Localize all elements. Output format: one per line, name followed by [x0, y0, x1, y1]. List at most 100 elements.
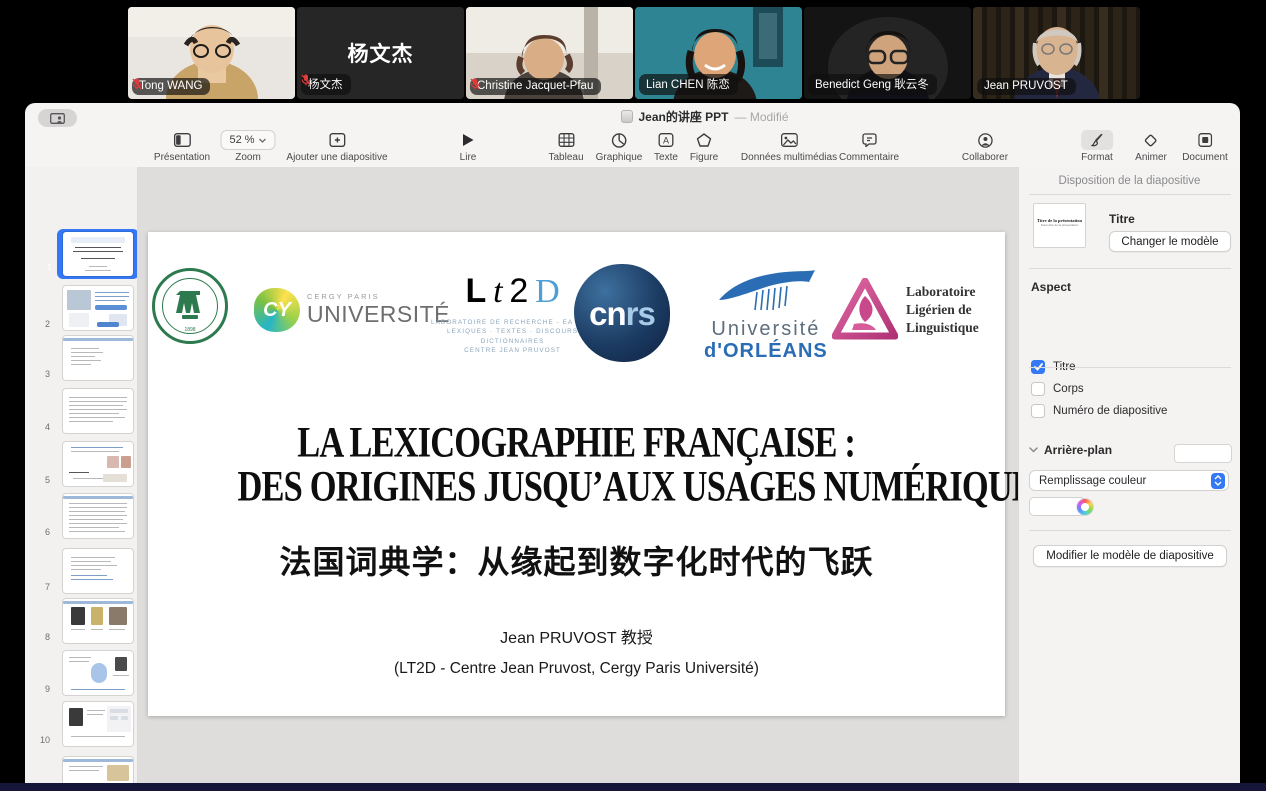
modified-label: — Modifié — [735, 110, 789, 124]
change-model-button[interactable]: Changer le modèle — [1109, 231, 1231, 252]
toolbar-label: Format — [1081, 152, 1113, 163]
screen-share-pill-button[interactable] — [38, 109, 77, 127]
toolbar-item-table[interactable]: Tableau — [548, 130, 583, 163]
checkbox-row-corps[interactable]: Corps — [1031, 382, 1084, 396]
toolbar-label: Figure — [690, 152, 719, 163]
format-panel: Disposition de la diapositive Titre de l… — [1018, 167, 1240, 783]
text-icon: A — [652, 130, 681, 150]
screen: Tong WANG杨文杰 杨文杰 Christine Jacquet-Pfau … — [0, 0, 1266, 791]
toolbar-label: Zoom — [220, 152, 275, 163]
toolbar-item-format-brush[interactable]: Format — [1081, 130, 1113, 163]
slide-subtitle-chinese[interactable]: 法国词典学：从缘起到数字化时代的飞跃 — [148, 537, 1005, 583]
slide-number: 1 — [47, 262, 52, 272]
toolbar-item-text[interactable]: ATexte — [652, 130, 681, 163]
layout-name-label: Titre — [1109, 212, 1135, 226]
toolbar-item-add-slide[interactable]: Ajouter une diapositive — [286, 130, 387, 163]
toolbar-label: Graphique — [596, 152, 643, 163]
slide-thumbnail[interactable] — [63, 494, 133, 538]
slide-thumbnail-row-7: 7 — [25, 549, 138, 593]
toolbar-item-sidebar[interactable]: Présentation — [154, 130, 210, 163]
participant-tile-6[interactable]: Jean PRUVOST — [973, 7, 1140, 99]
slide-thumbnail[interactable] — [63, 549, 133, 593]
lll-logo[interactable]: LaboratoireLigérien deLinguistique — [832, 278, 979, 342]
slide-thumbnail[interactable] — [63, 286, 133, 330]
cy-big-label: UNIVERSITÉ — [307, 301, 450, 328]
play-icon — [455, 130, 482, 150]
chevron-down-icon — [1029, 447, 1038, 453]
shape-icon — [690, 130, 719, 150]
participant-tile-3[interactable]: Christine Jacquet-Pfau — [466, 7, 633, 99]
slide-layout-thumbnail[interactable]: Titre de la présentation Sous-titre de l… — [1033, 203, 1086, 248]
participant-tile-4[interactable]: Lian CHEN 陈恋 — [635, 7, 802, 99]
slide-thumbnail[interactable] — [63, 232, 133, 276]
edit-master-button[interactable]: Modifier le modèle de diapositive — [1033, 545, 1227, 567]
slide-title-line2[interactable]: DES ORIGINES JUSQU’AUX USAGES NUMÉRIQUES — [148, 466, 1005, 508]
fill-color-well[interactable] — [1029, 497, 1085, 516]
slide-thumbnail[interactable] — [63, 702, 133, 746]
toolbar-item-media[interactable]: Données multimédias — [741, 130, 837, 163]
svg-text:A: A — [663, 135, 669, 145]
background-window-edge — [0, 783, 1266, 791]
slide-title-line1[interactable]: LA LEXICOGRAPHIE FRANÇAISE : — [148, 422, 1005, 464]
slide-number: 10 — [40, 735, 50, 745]
toolbar-item-comment[interactable]: Commentaire — [839, 130, 899, 163]
slide-number: 6 — [45, 527, 50, 537]
toolbar-item-chart[interactable]: Graphique — [596, 130, 643, 163]
slide-thumbnail[interactable] — [63, 757, 133, 783]
toolbar-label: Commentaire — [839, 152, 899, 163]
collaborate-icon — [962, 130, 1008, 150]
slide-1-editor[interactable]: 1898 CY CERGY PARIS UNIVERSITÉ L t 2 D — [148, 232, 1005, 716]
universite-orleans-logo[interactable]: Université d'ORLÉANS — [704, 266, 828, 363]
keynote-window: Jean的讲座 PPT — Modifié Présentation52 %Zo… — [25, 103, 1240, 783]
slide-thumbnail-row-4: 4 — [25, 389, 138, 433]
zoom-level-button[interactable]: 52 % — [220, 130, 275, 150]
toolbar-item-animate[interactable]: Animer — [1135, 130, 1167, 163]
slide-thumbnail-row-1: 1 — [25, 232, 138, 276]
participant-tile-5[interactable]: Benedict Geng 耿云冬 — [804, 7, 971, 99]
toolbar-item-play[interactable]: Lire — [455, 130, 482, 163]
slide-thumbnail[interactable] — [63, 389, 133, 433]
slide-thumbnail[interactable] — [63, 651, 133, 695]
slide-number: 9 — [45, 684, 50, 694]
orleans-line1: Université — [711, 318, 820, 340]
chart-icon — [596, 130, 643, 150]
checkbox-row-num-ro-de-diapositive[interactable]: Numéro de diapositive — [1031, 404, 1167, 418]
slide-number: 8 — [45, 632, 50, 642]
slide-author[interactable]: Jean PRUVOST 教授 — [148, 624, 1005, 648]
lll-triangle-icon — [832, 278, 898, 342]
background-section-header[interactable]: Arrière-plan — [1029, 443, 1112, 457]
participant-name-tag: 杨文杰 — [301, 74, 351, 95]
slide-thumbnail-row-6: 6 — [25, 494, 138, 538]
lll-label: LaboratoireLigérien deLinguistique — [906, 283, 979, 338]
comment-icon — [839, 130, 899, 150]
cy-small-label: CERGY PARIS — [307, 292, 450, 301]
color-wheel-icon[interactable] — [1077, 499, 1093, 515]
toolbar-label: Données multimédias — [741, 152, 837, 163]
background-preview-well[interactable] — [1174, 444, 1232, 463]
participant-tile-2[interactable]: 杨文杰 杨文杰 — [297, 7, 464, 99]
cy-universite-logo[interactable]: CY CERGY PARIS UNIVERSITÉ — [254, 288, 450, 332]
toolbar-label: Présentation — [154, 152, 210, 163]
slide-canvas[interactable]: 1898 CY CERGY PARIS UNIVERSITÉ L t 2 D — [138, 167, 1018, 783]
slide-thumbnail-row-5: 5 — [25, 442, 138, 486]
toolbar-item-shape[interactable]: Figure — [690, 130, 719, 163]
slide-thumbnail-row-11: 11 — [25, 757, 138, 783]
slide-thumbnail[interactable] — [63, 442, 133, 486]
toolbar-item-zoom-value[interactable]: 52 % Zoom — [220, 130, 275, 163]
fill-type-select[interactable]: Remplissage couleur — [1029, 470, 1229, 491]
lt2d-logo[interactable]: L t 2 D LABORATOIRE DE RECHERCHE - EA 75… — [431, 274, 594, 356]
slide-number: 4 — [45, 422, 50, 432]
slide-thumbnail[interactable] — [63, 336, 133, 380]
checkbox[interactable] — [1031, 382, 1045, 396]
toolbar-label: Collaborer — [962, 152, 1008, 163]
slide-affiliation[interactable]: (LT2D - Centre Jean Pruvost, Cergy Paris… — [148, 660, 1005, 678]
document-proxy-icon[interactable] — [620, 110, 632, 123]
cnrs-logo[interactable]: cnrs — [574, 264, 670, 362]
checkbox[interactable] — [1031, 404, 1045, 418]
toolbar-item-collaborate[interactable]: Collaborer — [962, 130, 1008, 163]
participant-tile-1[interactable]: Tong WANG — [128, 7, 295, 99]
toolbar-item-document[interactable]: Document — [1182, 130, 1228, 163]
hzau-university-logo[interactable]: 1898 — [152, 268, 228, 344]
toolbar-label: Document — [1182, 152, 1228, 163]
slide-thumbnail[interactable] — [63, 599, 133, 643]
